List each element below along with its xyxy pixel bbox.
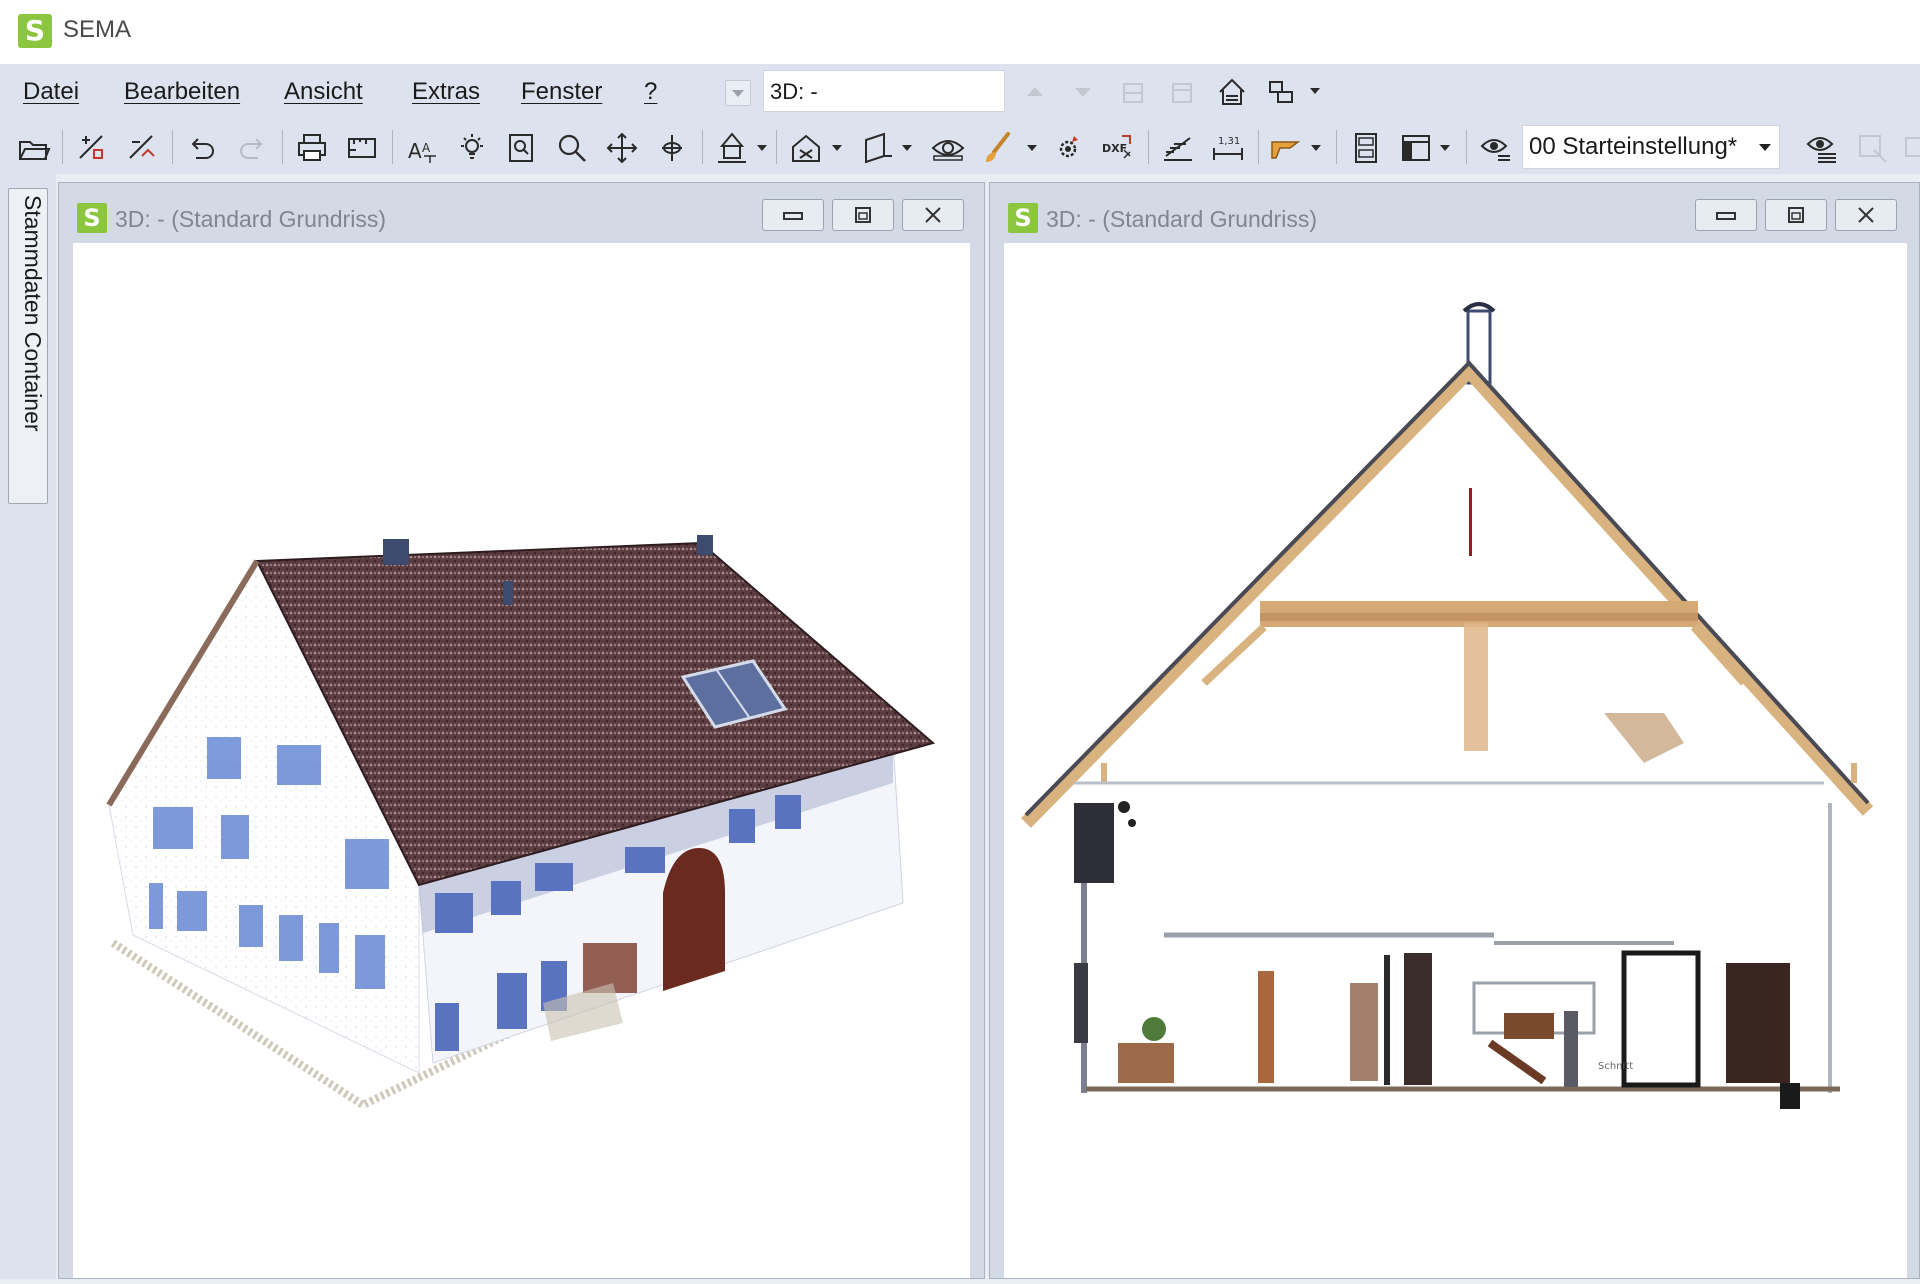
menu-datei[interactable]: Datei [23,78,79,106]
svg-text:A: A [408,139,422,163]
material-caret[interactable] [1311,145,1321,151]
paint-brush-caret[interactable] [1027,145,1037,151]
perspective-icon[interactable] [712,128,752,168]
svg-text:1,31: 1,31 [1218,136,1240,147]
panel-layout-icon[interactable] [1396,128,1436,168]
view-history-dropdown[interactable] [725,80,751,106]
maximize-button[interactable] [832,199,894,231]
window-title: 3D: - (Standard Grundriss) [1046,206,1317,232]
toolbar-separator [392,130,393,164]
view-house-icon[interactable] [786,128,826,168]
light-icon[interactable] [452,128,492,168]
perspective-caret[interactable] [757,145,767,151]
toolbar-separator [282,130,283,164]
undo-icon[interactable] [182,128,222,168]
list-icon[interactable] [1346,128,1386,168]
open-folder-icon[interactable] [14,128,54,168]
toolbar-separator [1148,130,1149,164]
window-header: S 3D: - (Standard Grundriss) [990,183,1919,241]
print-icon[interactable] [292,128,332,168]
menu-extras[interactable]: Extras [412,78,480,106]
close-button[interactable] [902,199,964,231]
visibility-preset-select[interactable]: 00 Starteinstellung* [1522,125,1780,169]
render-settings-icon[interactable] [1048,128,1088,168]
menu-ansicht[interactable]: Ansicht [284,78,363,106]
document-window-right: S 3D: - (Standard Grundriss) Schnitt [989,182,1920,1279]
viewport-3d-right[interactable]: Schnitt [1004,243,1907,1278]
toolbar-separator [1466,130,1467,164]
document-window-left: S 3D: - (Standard Grundriss) [58,182,985,1279]
toolbar-separator [172,130,173,164]
toolbar-separator [702,130,703,164]
menu-bearbeiten[interactable]: Bearbeiten [124,78,240,106]
minimize-button[interactable] [762,199,824,231]
minimize-button[interactable] [1695,199,1757,231]
restore-icon [1788,207,1804,223]
house-point-cloud-section: Schnitt [1021,302,1874,1109]
svg-text:A: A [422,141,431,155]
visibility-preset-value: 00 Starteinstellung* [1529,133,1738,160]
sidebar-tab-stammdaten[interactable]: Stammdaten Container [8,188,48,504]
visibility-manage-icon[interactable] [1802,128,1842,168]
toolbar-separator [1336,130,1337,164]
window-logo: S [1008,203,1038,233]
app-title: SEMA [63,16,132,43]
layout-icon[interactable] [342,128,382,168]
pan-icon[interactable] [602,128,642,168]
material-icon[interactable] [1266,128,1306,168]
building-parts-icon[interactable] [1262,72,1302,112]
zoom-window-icon[interactable] [502,128,542,168]
minimize-icon [1716,212,1736,220]
close-button[interactable] [1835,199,1897,231]
visibility-disabled-icon[interactable] [1852,128,1892,168]
floor-up-icon[interactable] [1113,72,1153,112]
svg-text:DXF: DXF [1102,142,1127,155]
toolbar-separator [1258,130,1259,164]
paint-brush-icon[interactable] [978,128,1018,168]
window-title: 3D: - (Standard Grundriss) [115,206,386,232]
visibility-preset-icon[interactable] [1476,128,1516,168]
house-point-cloud-exterior [106,535,936,1110]
sidebar-tab-label: Stammdaten Container [20,195,46,432]
viewport-3d-left[interactable] [73,243,970,1278]
view-house-caret[interactable] [832,145,842,151]
close-icon [925,207,941,223]
title-bar: S SEMA [0,0,1920,65]
floor-down-icon[interactable] [1162,72,1202,112]
section-label: Schnitt [1598,1061,1633,1072]
building-parts-caret[interactable] [1310,88,1320,94]
chevron-down-icon [1759,144,1771,151]
wall-tool-icon[interactable] [72,128,112,168]
section-icon[interactable] [858,128,898,168]
visibility-eye-icon[interactable] [928,128,968,168]
panel-layout-caret[interactable] [1440,145,1450,151]
maximize-button[interactable] [1765,199,1827,231]
down-arrow-icon[interactable] [1063,72,1103,112]
text-style-icon[interactable]: AA [402,128,442,168]
menu-help[interactable]: ? [644,78,657,106]
section-caret[interactable] [902,145,912,151]
more-tools-icon[interactable] [1898,128,1920,168]
toolbar-separator [776,130,777,164]
stairs-icon[interactable] [1158,128,1198,168]
up-arrow-icon[interactable] [1015,72,1055,112]
window-header: S 3D: - (Standard Grundriss) [59,183,984,241]
close-icon [1858,207,1874,223]
house-icon[interactable] [1212,72,1252,112]
zoom-icon[interactable] [552,128,592,168]
toolbar-separator [62,130,63,164]
window-logo: S [77,203,107,233]
restore-icon [855,207,871,223]
dimension-icon[interactable]: 1,31 [1208,128,1248,168]
minimize-icon [783,212,803,220]
roof-tool-icon[interactable] [122,128,162,168]
rotate-icon[interactable] [652,128,692,168]
menu-fenster[interactable]: Fenster [521,78,602,106]
redo-icon[interactable] [232,128,272,168]
view-name-field[interactable]: 3D: - [763,70,1005,112]
app-logo: S [18,14,52,48]
dxf-export-icon[interactable]: DXF [1098,128,1138,168]
